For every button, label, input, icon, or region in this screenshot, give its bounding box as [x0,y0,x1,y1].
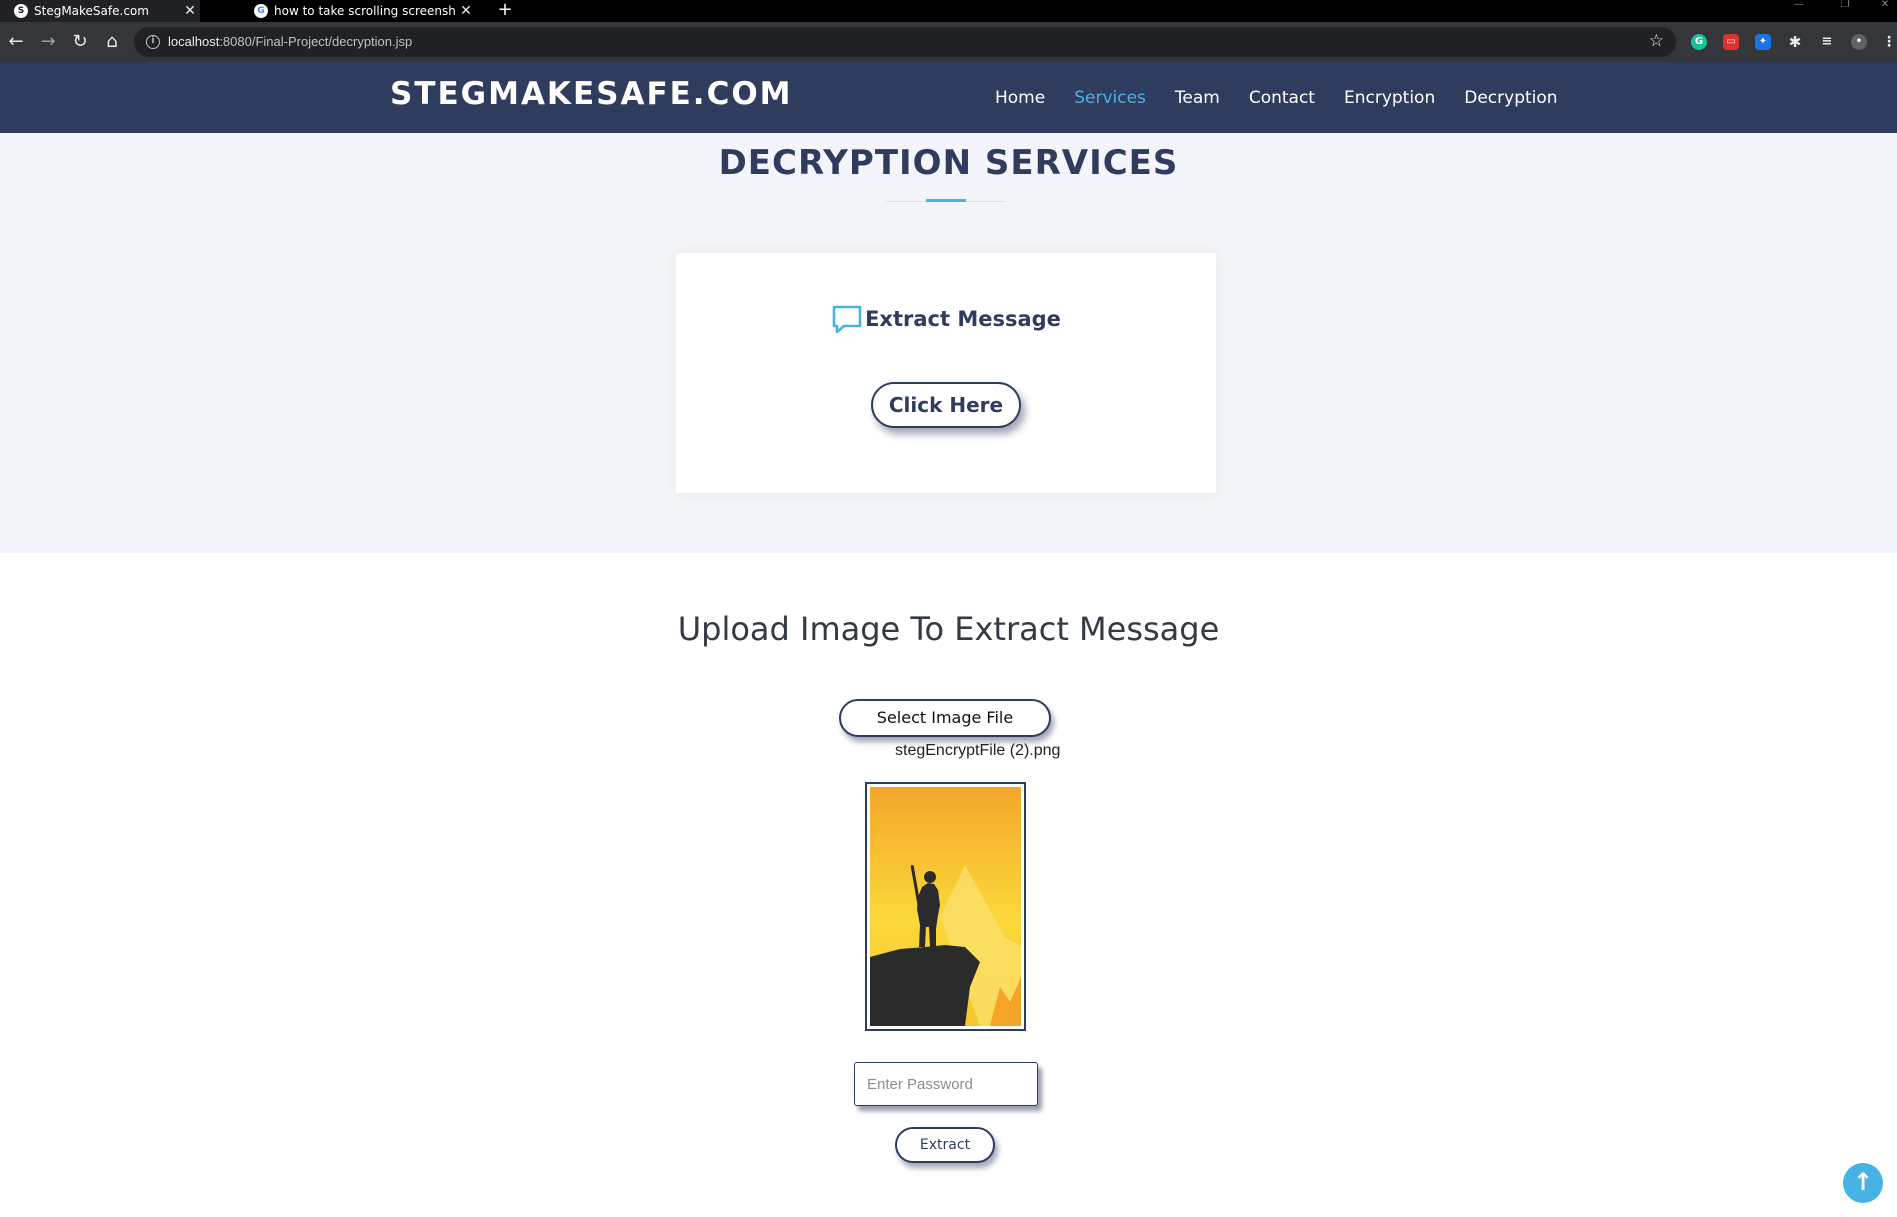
site-header: STEGMAKESAFE.COM Home Services Team Cont… [0,62,1897,133]
tab-title: how to take scrolling screenshot [274,4,456,18]
preview-image [870,787,1021,1026]
extension-blue-icon[interactable]: ✦ [1755,34,1771,50]
browser-tab-bar: S StegMakeSafe.com ✕ G how to take scrol… [0,0,1897,22]
card-heading: Extract Message [676,303,1216,335]
home-icon[interactable]: ⌂ [101,31,123,53]
window-close-icon[interactable]: ✕ [1870,0,1897,14]
back-arrow-icon[interactable]: ← [5,31,27,53]
media-queue-icon[interactable]: ≡ [1819,34,1835,50]
image-preview [865,782,1026,1031]
click-here-button[interactable]: Click Here [871,382,1021,428]
tab-stegmakesafe[interactable]: S StegMakeSafe.com ✕ [0,0,200,22]
site-favicon-icon: S [14,4,28,18]
tab-google-search[interactable]: G how to take scrolling screenshot ✕ [240,0,476,22]
bookmark-star-icon[interactable]: ☆ [1649,31,1664,51]
select-image-file-button[interactable]: Select Image File [839,699,1051,737]
back-to-top-arrow-icon[interactable]: ↑ [1843,1163,1883,1203]
grammarly-icon[interactable]: G [1691,34,1707,50]
new-tab-plus-icon[interactable]: + [494,0,516,22]
restore-icon[interactable]: ❐ [1830,0,1860,14]
forward-arrow-icon[interactable]: → [37,31,59,53]
close-icon[interactable]: ✕ [456,3,476,19]
services-section: DECRYPTION SERVICES Extract Message Clic… [0,133,1897,553]
password-input[interactable] [854,1062,1038,1106]
nav-encryption[interactable]: Encryption [1344,88,1435,108]
pdf-extension-icon[interactable]: ▭ [1723,34,1739,50]
site-info-icon[interactable]: i [146,35,160,49]
extract-message-card: Extract Message Click Here [676,253,1216,493]
card-label: Extract Message [865,307,1061,331]
upload-title: Upload Image To Extract Message [677,610,1220,648]
minimize-icon[interactable]: — [1784,0,1814,14]
browser-toolbar: ← → ↻ ⌂ i localhost:8080/Final-Project/d… [0,22,1897,62]
selected-file-name: stegEncryptFile (2).png [895,742,1061,759]
chat-bubble-icon [832,305,862,334]
close-icon[interactable]: ✕ [180,3,200,19]
puzzle-icon[interactable]: ✱ [1787,34,1803,50]
address-bar[interactable]: i localhost:8080/Final-Project/decryptio… [134,27,1676,57]
nav-services[interactable]: Services [1074,88,1146,108]
extract-button[interactable]: Extract [895,1127,995,1163]
main-nav: Home Services Team Contact Encryption De… [995,62,1587,133]
title-divider-accent [926,199,966,202]
reload-icon[interactable]: ↻ [69,31,91,53]
section-title: DECRYPTION SERVICES [718,143,1179,183]
nav-team[interactable]: Team [1175,88,1220,108]
nav-decryption[interactable]: Decryption [1464,88,1557,108]
url-text: localhost:8080/Final-Project/decryption.… [168,34,413,49]
menu-kebab-icon[interactable]: ⋮ [1881,34,1897,50]
nav-home[interactable]: Home [995,88,1045,108]
profile-icon[interactable]: • [1851,34,1867,50]
nav-contact[interactable]: Contact [1249,88,1315,108]
site-logo[interactable]: STEGMAKESAFE.COM [390,76,793,112]
tab-title: StegMakeSafe.com [34,4,149,18]
google-favicon-icon: G [254,4,268,18]
